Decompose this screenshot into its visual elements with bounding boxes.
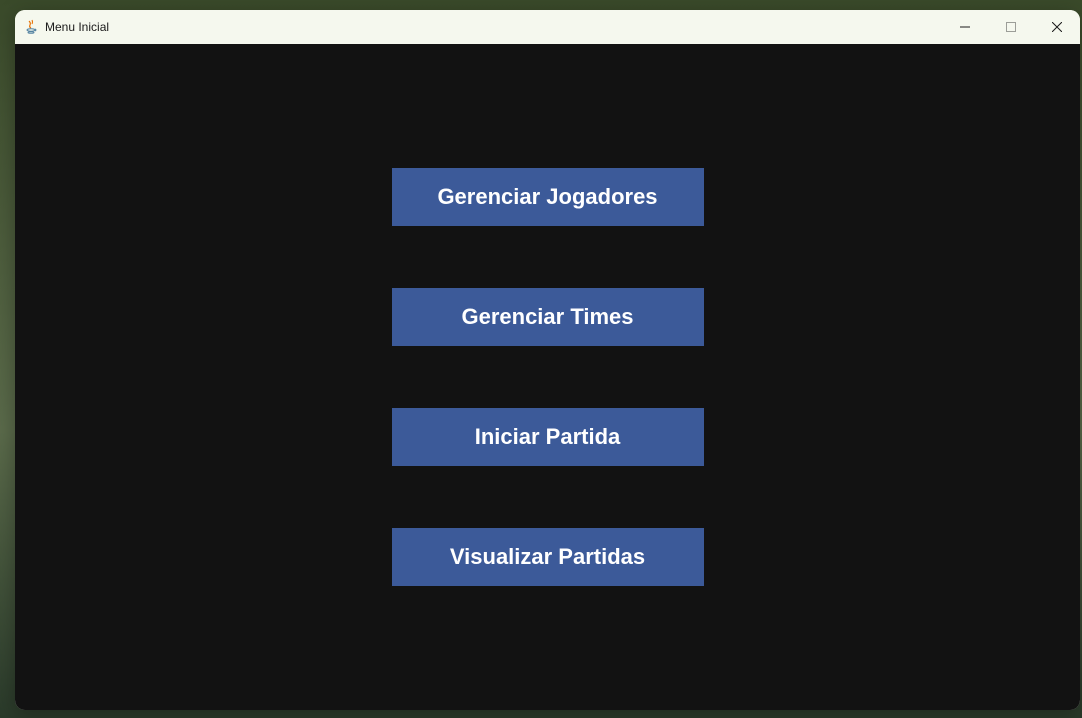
java-icon xyxy=(23,19,39,35)
manage-players-button[interactable]: Gerenciar Jogadores xyxy=(392,168,704,226)
main-content: Gerenciar Jogadores Gerenciar Times Inic… xyxy=(15,44,1080,710)
close-button[interactable] xyxy=(1034,10,1080,44)
view-matches-button[interactable]: Visualizar Partidas xyxy=(392,528,704,586)
minimize-button[interactable] xyxy=(942,10,988,44)
window-title: Menu Inicial xyxy=(45,20,109,34)
manage-teams-button[interactable]: Gerenciar Times xyxy=(392,288,704,346)
application-window: Menu Inicial Gerenciar Jogadores Ger xyxy=(15,10,1080,710)
start-match-button[interactable]: Iniciar Partida xyxy=(392,408,704,466)
maximize-button xyxy=(988,10,1034,44)
titlebar: Menu Inicial xyxy=(15,10,1080,44)
window-controls xyxy=(942,10,1080,44)
